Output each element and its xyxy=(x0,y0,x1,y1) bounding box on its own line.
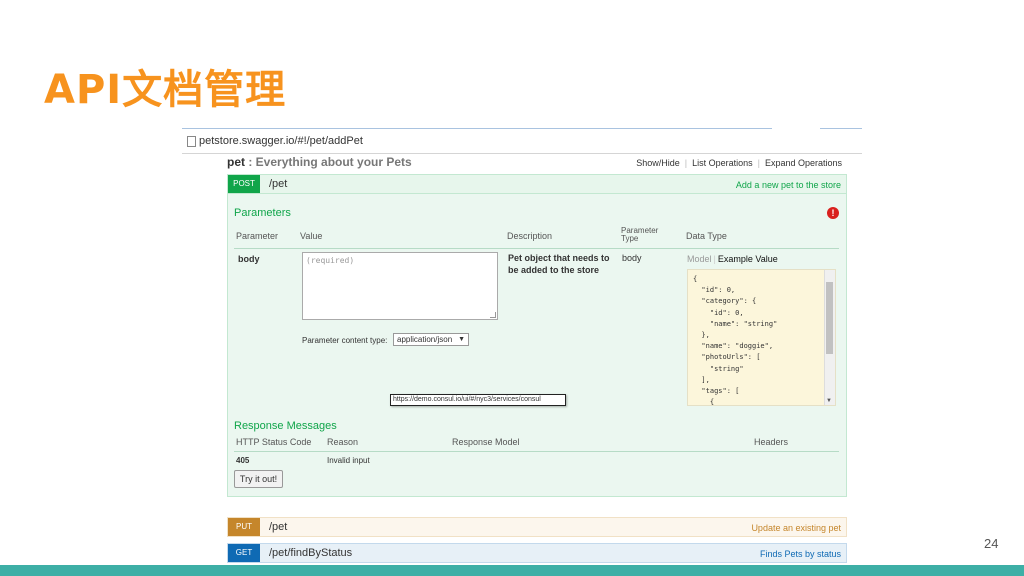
method-badge-post[interactable]: POST xyxy=(228,175,260,193)
content-type-label: Parameter content type: xyxy=(302,336,388,345)
response-status: 405 xyxy=(236,456,250,465)
col-header-headers: Headers xyxy=(754,437,789,447)
window-edge-line xyxy=(182,128,772,129)
operation-put-pet[interactable]: PUT /pet Update an existing pet xyxy=(227,517,847,537)
operation-path[interactable]: /pet/findByStatus xyxy=(269,546,352,560)
tab-model[interactable]: Model xyxy=(687,254,712,264)
operation-summary[interactable]: Finds Pets by status xyxy=(760,548,841,560)
resource-links: Show/Hide | List Operations | Expand Operati… xyxy=(631,157,847,169)
table-divider xyxy=(234,248,839,249)
expand-operations-link[interactable]: Expand Operations xyxy=(760,158,847,168)
page-icon xyxy=(187,136,196,147)
parameters-heading: Parameters xyxy=(234,207,291,219)
slide-title: API文档管理 xyxy=(44,67,287,113)
window-edge-line-right xyxy=(820,128,862,129)
page-number: 24 xyxy=(984,536,999,551)
scroll-thumb[interactable] xyxy=(826,282,833,354)
resize-handle[interactable] xyxy=(490,312,496,318)
operation-summary[interactable]: Update an existing pet xyxy=(751,522,841,534)
col-header-status-code: HTTP Status Code xyxy=(236,437,312,447)
operation-summary[interactable]: Add a new pet to the store xyxy=(736,179,841,191)
value-placeholder: (required) xyxy=(306,256,355,265)
response-reason: Invalid input xyxy=(327,456,370,465)
resource-description: Everything about your Pets xyxy=(255,155,412,169)
method-badge-get[interactable]: GET xyxy=(228,544,260,562)
try-it-out-button[interactable]: Try it out! xyxy=(234,470,283,488)
example-json: { "id": 0, "category": { "id": 0, "name"… xyxy=(693,275,778,406)
col-header-reason: Reason xyxy=(327,437,359,447)
list-operations-link[interactable]: List Operations xyxy=(687,158,758,168)
method-badge-put[interactable]: PUT xyxy=(228,518,260,536)
example-value-box[interactable]: { "id": 0, "category": { "id": 0, "name"… xyxy=(687,269,836,406)
param-name: body xyxy=(238,254,260,264)
operation-post-pet[interactable]: POST /pet Add a new pet to the store xyxy=(227,174,847,194)
content-type-select[interactable]: application/json ▼ xyxy=(393,333,469,346)
operation-path[interactable]: /pet xyxy=(269,520,287,534)
operation-path[interactable]: /pet xyxy=(269,177,287,191)
tab-example-value[interactable]: Example Value xyxy=(718,254,778,264)
col-header-parameter: Parameter xyxy=(236,231,279,241)
resource-name[interactable]: pet xyxy=(227,155,245,169)
param-description: Pet object that needs to be added to the… xyxy=(508,253,610,275)
swagger-screenshot: petstore.swagger.io/#!/pet/addPet pet : … xyxy=(182,125,862,569)
url-text[interactable]: petstore.swagger.io/#!/pet/addPet xyxy=(199,134,363,149)
scroll-down-arrow-icon[interactable]: ▼ xyxy=(826,398,832,404)
response-messages-heading: Response Messages xyxy=(234,420,337,432)
bottom-accent-bar xyxy=(0,565,1024,576)
col-header-response-model: Response Model xyxy=(452,437,520,447)
address-bar[interactable]: petstore.swagger.io/#!/pet/addPet xyxy=(182,131,862,154)
table-divider xyxy=(234,451,839,452)
content-type-value: application/json xyxy=(397,335,453,344)
col-header-parameter-type: Parameter Type xyxy=(621,226,659,243)
body-value-textarea[interactable]: (required) xyxy=(302,252,498,320)
model-tabs: Model | Example Value xyxy=(687,254,778,265)
col-header-data-type: Data Type xyxy=(686,231,727,241)
error-icon[interactable]: ! xyxy=(827,207,839,219)
resource-title[interactable]: pet : Everything about your Pets xyxy=(227,155,412,169)
resource-header: pet : Everything about your Pets Show/Hi… xyxy=(227,155,847,173)
url-tooltip: https://demo.consul.io/ui/#/nyc3/service… xyxy=(390,394,566,406)
operation-get-find-by-status[interactable]: GET /pet/findByStatus Finds Pets by stat… xyxy=(227,543,847,563)
param-type: body xyxy=(622,253,642,263)
col-header-value: Value xyxy=(300,231,323,241)
col-header-description: Description xyxy=(507,231,553,241)
resource-separator: : xyxy=(245,155,256,169)
show-hide-link[interactable]: Show/Hide xyxy=(631,158,685,168)
sample-scrollbar[interactable]: ▼ xyxy=(824,270,835,405)
dropdown-caret-icon: ▼ xyxy=(458,336,465,343)
operation-body: Parameters ! Parameter Value Description… xyxy=(227,194,847,497)
